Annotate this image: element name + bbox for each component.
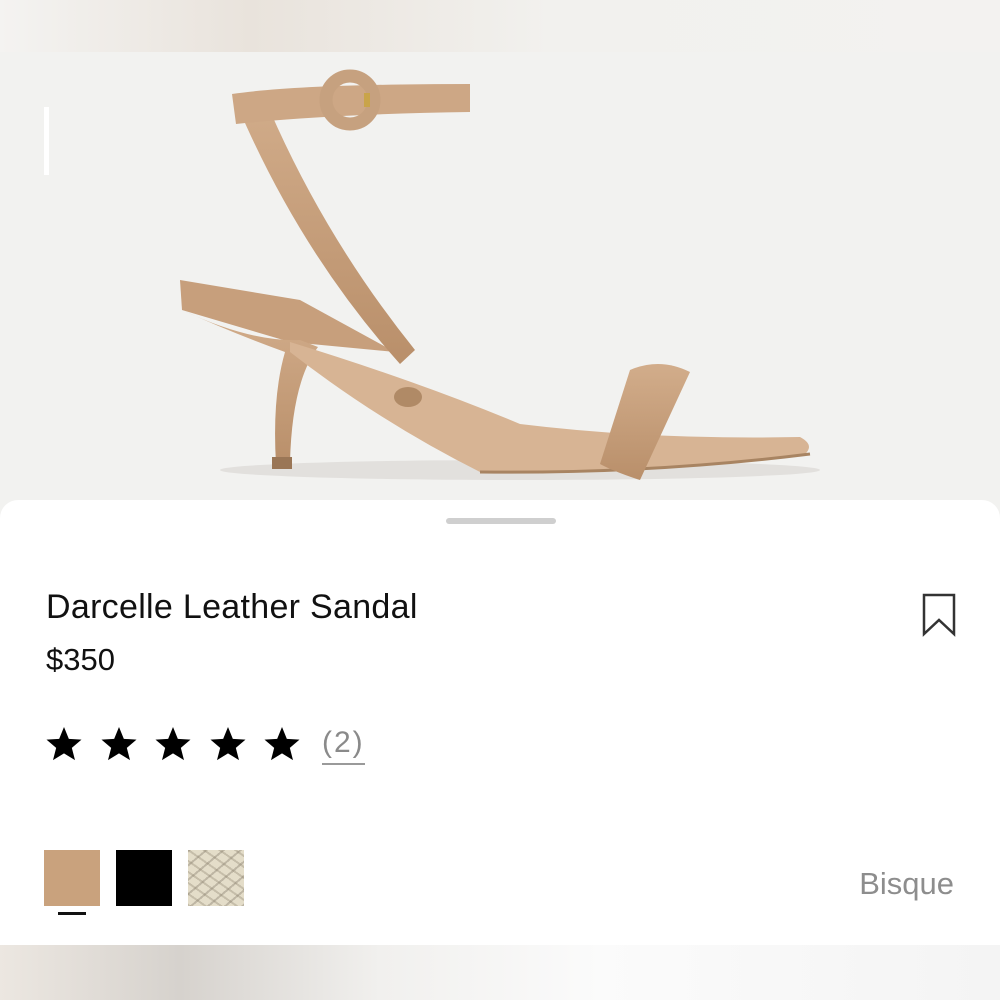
- bookmark-icon[interactable]: [920, 592, 958, 638]
- product-info-sheet: Darcelle Leather Sandal $350 (2) Bisque: [0, 500, 1000, 945]
- star-icon: [155, 727, 191, 761]
- star-icon: [210, 727, 245, 761]
- swatch-black[interactable]: [116, 850, 172, 906]
- product-image-area[interactable]: [0, 52, 1000, 522]
- selected-swatch-indicator: [58, 912, 86, 915]
- product-title: Darcelle Leather Sandal: [46, 588, 418, 626]
- star-icon: [264, 727, 300, 761]
- bottom-blur-strip: [0, 945, 1000, 1000]
- review-count-link[interactable]: (2): [322, 726, 365, 765]
- selected-color-label: Bisque: [859, 866, 954, 901]
- star-icon: [46, 727, 82, 761]
- product-price: $350: [46, 642, 115, 677]
- swatch-bisque[interactable]: [44, 850, 100, 906]
- sandal-image: [180, 69, 820, 480]
- swatch-snake-print[interactable]: [188, 850, 244, 906]
- top-blur-strip: [0, 0, 1000, 60]
- star-icon: [101, 727, 136, 761]
- rating-stars: [44, 722, 317, 766]
- sheet-drag-handle[interactable]: [446, 518, 556, 524]
